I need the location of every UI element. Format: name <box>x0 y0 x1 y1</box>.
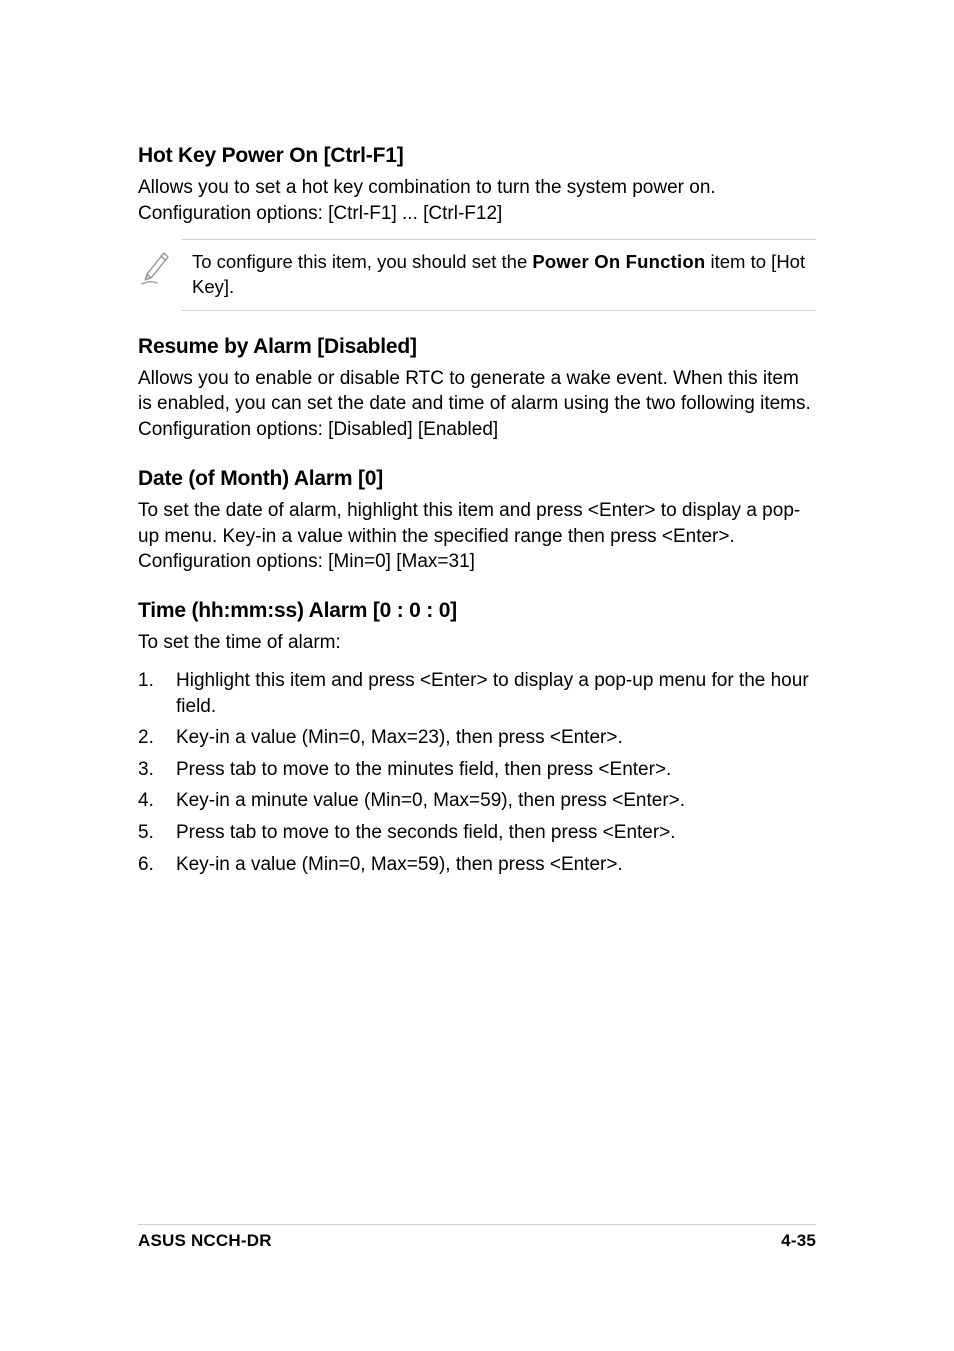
heading-resume-by-alarm: Resume by Alarm [Disabled] <box>138 333 816 360</box>
step-text: Key-in a minute value (Min=0, Max=59), t… <box>176 788 816 814</box>
step-text: Key-in a value (Min=0, Max=59), then pre… <box>176 852 816 878</box>
note-text-prefix: To configure this item, you should set t… <box>192 251 532 272</box>
step-number <box>138 668 176 719</box>
heading-hot-key-power-on: Hot Key Power On [Ctrl-F1] <box>138 142 816 169</box>
para-date-of-month-alarm: To set the date of alarm, highlight this… <box>138 498 816 575</box>
footer-left: ASUS NCCH-DR <box>138 1231 272 1251</box>
list-item: Press tab to move to the minutes field, … <box>138 757 816 783</box>
list-item: Key-in a minute value (Min=0, Max=59), t… <box>138 788 816 814</box>
step-number <box>138 852 176 878</box>
list-item: Key-in a value (Min=0, Max=23), then pre… <box>138 725 816 751</box>
note-text: To configure this item, you should set t… <box>182 239 816 311</box>
page-content: Hot Key Power On [Ctrl-F1] Allows you to… <box>0 0 954 877</box>
step-text: Key-in a value (Min=0, Max=23), then pre… <box>176 725 816 751</box>
list-item: Press tab to move to the seconds field, … <box>138 820 816 846</box>
list-item: Key-in a value (Min=0, Max=59), then pre… <box>138 852 816 878</box>
footer-right: 4-35 <box>781 1231 816 1251</box>
step-number <box>138 757 176 783</box>
list-item: Highlight this item and press <Enter> to… <box>138 668 816 719</box>
page-footer: ASUS NCCH-DR 4-35 <box>138 1224 816 1251</box>
pencil-note-icon <box>138 239 182 293</box>
footer-rule <box>138 1224 816 1225</box>
para-hot-key-power-on: Allows you to set a hot key combination … <box>138 175 816 226</box>
step-text: Highlight this item and press <Enter> to… <box>176 668 816 719</box>
note-block: To configure this item, you should set t… <box>138 239 816 311</box>
note-text-bold: Power On Function <box>532 251 705 272</box>
heading-time-alarm: Time (hh:mm:ss) Alarm [0 : 0 : 0] <box>138 597 816 624</box>
step-number <box>138 820 176 846</box>
steps-list: Highlight this item and press <Enter> to… <box>138 668 816 877</box>
para-time-alarm-intro: To set the time of alarm: <box>138 630 816 656</box>
step-number <box>138 788 176 814</box>
heading-date-of-month-alarm: Date (of Month) Alarm [0] <box>138 465 816 492</box>
step-number <box>138 725 176 751</box>
footer-row: ASUS NCCH-DR 4-35 <box>138 1231 816 1251</box>
step-text: Press tab to move to the seconds field, … <box>176 820 816 846</box>
para-resume-by-alarm: Allows you to enable or disable RTC to g… <box>138 366 816 443</box>
step-text: Press tab to move to the minutes field, … <box>176 757 816 783</box>
